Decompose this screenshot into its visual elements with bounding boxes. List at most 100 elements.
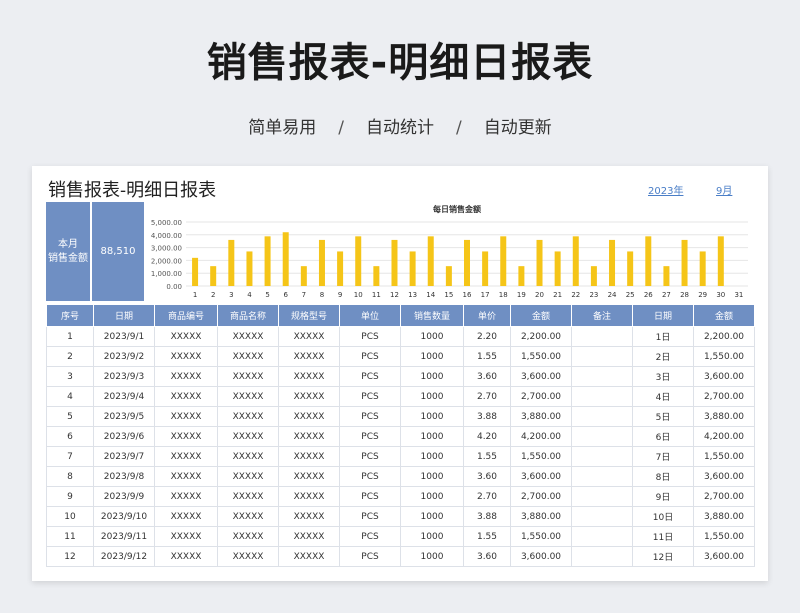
table-cell[interactable]: 1000 — [400, 526, 464, 547]
table-cell[interactable]: PCS — [339, 526, 401, 547]
table-cell[interactable]: 1000 — [400, 506, 464, 527]
table-cell[interactable]: XXXXX — [217, 446, 279, 467]
table-cell[interactable]: PCS — [339, 326, 401, 347]
table-cell[interactable]: PCS — [339, 366, 401, 387]
table-cell[interactable]: 2023/9/10 — [93, 506, 155, 527]
table-cell[interactable]: XXXXX — [154, 466, 218, 487]
table-cell[interactable] — [571, 366, 633, 387]
table-cell[interactable]: 10 — [46, 506, 94, 527]
table-cell[interactable]: 1000 — [400, 346, 464, 367]
table-cell[interactable]: XXXXX — [217, 506, 279, 527]
table-cell[interactable]: PCS — [339, 486, 401, 507]
table-cell[interactable]: XXXXX — [154, 406, 218, 427]
table-cell[interactable]: XXXXX — [278, 446, 340, 467]
table-cell[interactable]: 4.20 — [463, 426, 511, 447]
summary-cell[interactable]: 12日 — [632, 546, 694, 567]
column-header[interactable]: 日期 — [93, 304, 155, 327]
table-cell[interactable]: 2,700.00 — [510, 386, 572, 407]
table-cell[interactable] — [571, 546, 633, 567]
table-cell[interactable]: 6 — [46, 426, 94, 447]
table-cell[interactable]: 2023/9/5 — [93, 406, 155, 427]
table-cell[interactable]: 1,550.00 — [510, 446, 572, 467]
table-cell[interactable]: XXXXX — [217, 386, 279, 407]
summary-cell[interactable]: 3,600.00 — [693, 546, 755, 567]
table-cell[interactable]: PCS — [339, 506, 401, 527]
table-cell[interactable]: 2023/9/9 — [93, 486, 155, 507]
column-header[interactable]: 备注 — [571, 304, 633, 327]
table-cell[interactable]: 3,880.00 — [510, 506, 572, 527]
table-cell[interactable]: 2023/9/1 — [93, 326, 155, 347]
table-cell[interactable]: 1,550.00 — [510, 346, 572, 367]
table-cell[interactable] — [571, 426, 633, 447]
table-cell[interactable]: 1.55 — [463, 526, 511, 547]
table-cell[interactable]: 1.55 — [463, 446, 511, 467]
summary-cell[interactable]: 3,880.00 — [693, 406, 755, 427]
table-cell[interactable]: XXXXX — [278, 466, 340, 487]
table-cell[interactable]: 1000 — [400, 386, 464, 407]
summary-cell[interactable]: 1,550.00 — [693, 346, 755, 367]
summary-cell[interactable]: 7日 — [632, 446, 694, 467]
table-cell[interactable]: XXXXX — [154, 526, 218, 547]
table-cell[interactable] — [571, 446, 633, 467]
summary-cell[interactable]: 5日 — [632, 406, 694, 427]
table-cell[interactable]: XXXXX — [278, 526, 340, 547]
summary-cell[interactable]: 3,880.00 — [693, 506, 755, 527]
table-cell[interactable]: 3.60 — [463, 366, 511, 387]
table-cell[interactable] — [571, 326, 633, 347]
table-cell[interactable] — [571, 526, 633, 547]
table-cell[interactable]: PCS — [339, 346, 401, 367]
table-cell[interactable]: 4,200.00 — [510, 426, 572, 447]
summary-cell[interactable]: 6日 — [632, 426, 694, 447]
table-cell[interactable]: 7 — [46, 446, 94, 467]
table-cell[interactable]: XXXXX — [278, 426, 340, 447]
table-cell[interactable]: 1000 — [400, 446, 464, 467]
table-cell[interactable]: XXXXX — [154, 386, 218, 407]
table-cell[interactable]: 2023/9/6 — [93, 426, 155, 447]
table-cell[interactable]: 4 — [46, 386, 94, 407]
table-cell[interactable]: 1000 — [400, 426, 464, 447]
year-selector[interactable]: 2023年 — [648, 182, 683, 197]
table-cell[interactable]: 2.70 — [463, 486, 511, 507]
table-cell[interactable] — [571, 486, 633, 507]
table-cell[interactable]: XXXXX — [217, 426, 279, 447]
table-cell[interactable]: XXXXX — [217, 346, 279, 367]
table-cell[interactable]: 2023/9/2 — [93, 346, 155, 367]
table-cell[interactable]: 3.88 — [463, 506, 511, 527]
summary-cell[interactable]: 1,550.00 — [693, 526, 755, 547]
month-selector[interactable]: 9月 — [716, 182, 732, 197]
summary-cell[interactable]: 4,200.00 — [693, 426, 755, 447]
column-header[interactable]: 单位 — [339, 304, 401, 327]
table-cell[interactable]: 5 — [46, 406, 94, 427]
table-cell[interactable]: PCS — [339, 466, 401, 487]
table-cell[interactable]: XXXXX — [217, 486, 279, 507]
table-cell[interactable]: 1 — [46, 326, 94, 347]
table-cell[interactable]: 1000 — [400, 366, 464, 387]
table-cell[interactable]: XXXXX — [154, 546, 218, 567]
table-cell[interactable]: 3,880.00 — [510, 406, 572, 427]
column-header[interactable]: 金额 — [510, 304, 572, 327]
table-cell[interactable]: XXXXX — [217, 366, 279, 387]
column-header[interactable]: 商品编号 — [154, 304, 218, 327]
table-cell[interactable]: PCS — [339, 546, 401, 567]
table-cell[interactable]: XXXXX — [217, 326, 279, 347]
table-cell[interactable]: 1000 — [400, 326, 464, 347]
table-cell[interactable]: XXXXX — [217, 526, 279, 547]
table-cell[interactable]: 1.55 — [463, 346, 511, 367]
table-cell[interactable]: 2,700.00 — [510, 486, 572, 507]
summary-cell[interactable]: 9日 — [632, 486, 694, 507]
summary-cell[interactable]: 10日 — [632, 506, 694, 527]
summary-column-header[interactable]: 金额 — [693, 304, 755, 327]
table-cell[interactable]: PCS — [339, 406, 401, 427]
summary-cell[interactable]: 4日 — [632, 386, 694, 407]
table-cell[interactable]: 2.70 — [463, 386, 511, 407]
table-cell[interactable]: 2023/9/7 — [93, 446, 155, 467]
table-cell[interactable]: XXXXX — [278, 506, 340, 527]
table-cell[interactable]: PCS — [339, 446, 401, 467]
table-cell[interactable]: 3.60 — [463, 466, 511, 487]
table-cell[interactable]: XXXXX — [217, 466, 279, 487]
table-cell[interactable]: 3.60 — [463, 546, 511, 567]
table-cell[interactable]: 2,200.00 — [510, 326, 572, 347]
summary-cell[interactable]: 1,550.00 — [693, 446, 755, 467]
table-cell[interactable]: PCS — [339, 386, 401, 407]
table-cell[interactable]: 1,550.00 — [510, 526, 572, 547]
